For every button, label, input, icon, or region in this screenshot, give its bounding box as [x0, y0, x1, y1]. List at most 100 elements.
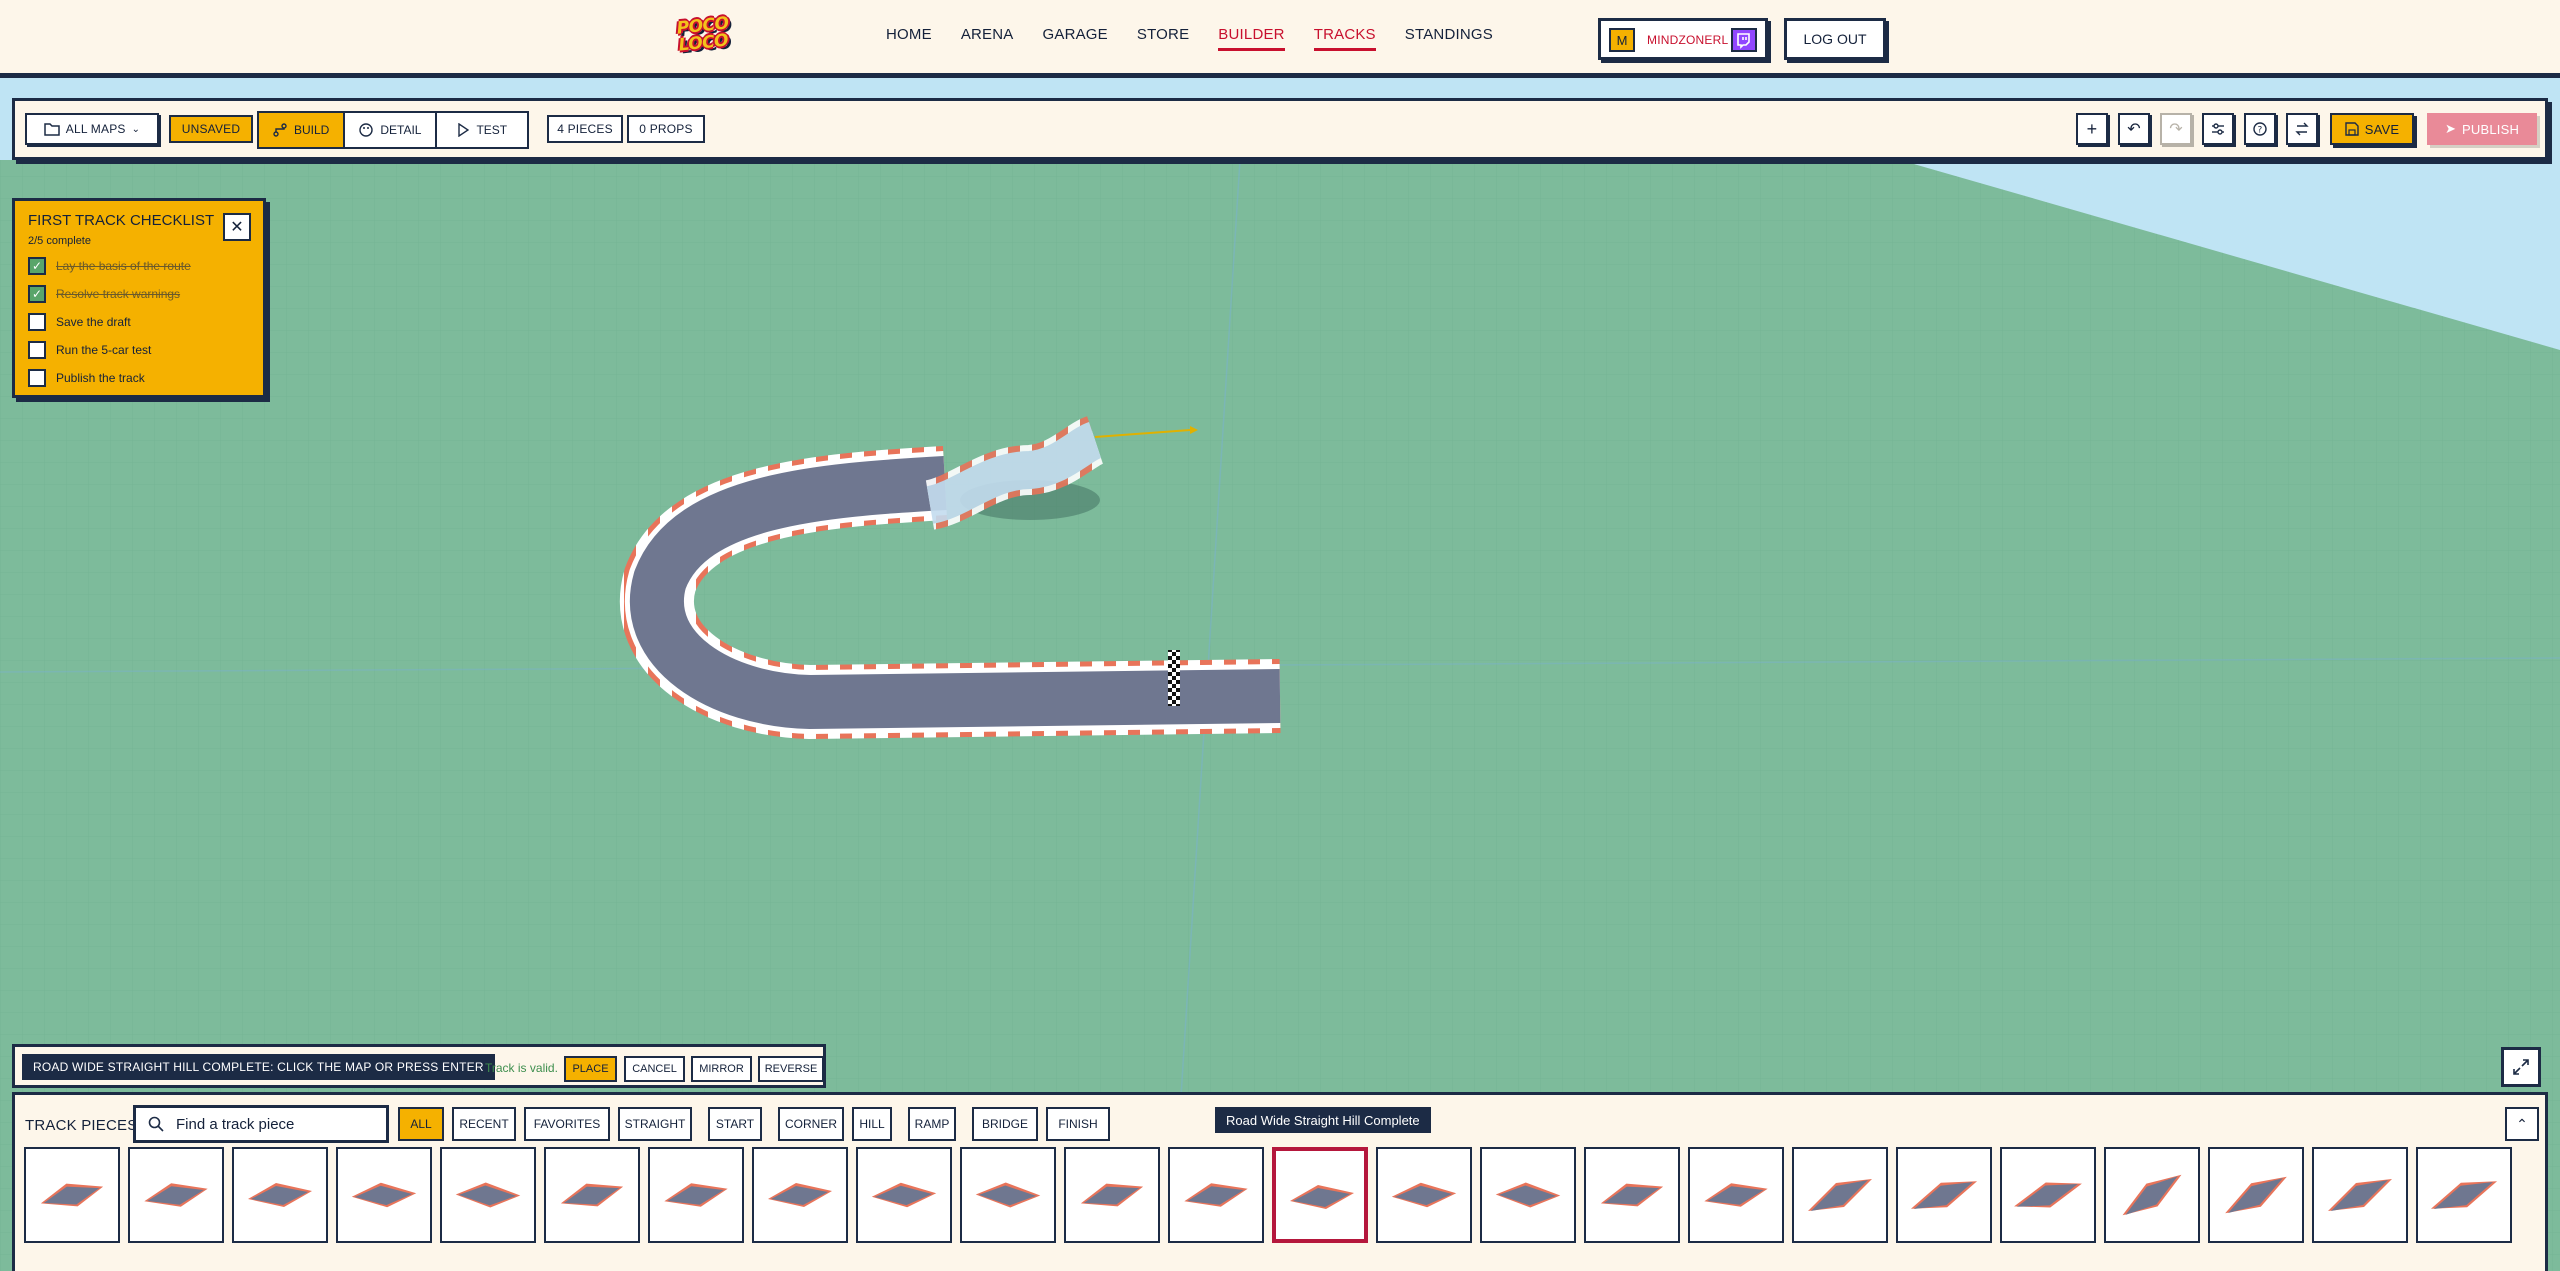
publish-button[interactable]: ➤ PUBLISH — [2427, 113, 2537, 145]
track-piece-thumbnail — [455, 1182, 521, 1208]
track-piece-thumbnail — [1184, 1183, 1248, 1207]
add-piece-button[interactable]: + — [2076, 113, 2108, 145]
track-piece-tile[interactable] — [752, 1147, 848, 1243]
swap-icon — [2295, 122, 2309, 136]
filter-start[interactable]: START — [708, 1107, 762, 1141]
save-button[interactable]: SAVE — [2330, 113, 2414, 145]
filter-corner[interactable]: CORNER — [778, 1107, 844, 1141]
track-piece-tile[interactable] — [2000, 1147, 2096, 1243]
rocket-icon: ➤ — [2444, 121, 2457, 136]
user-badge[interactable]: M MINDZONERL — [1598, 18, 1768, 60]
filter-all[interactable]: ALL — [398, 1107, 444, 1141]
track-piece-thumbnail — [1910, 1181, 1978, 1209]
undo-button[interactable]: ↶ — [2118, 113, 2150, 145]
mode-build-button[interactable]: BUILD — [259, 113, 346, 147]
track-piece-tile[interactable] — [544, 1147, 640, 1243]
close-icon: ✕ — [230, 219, 244, 236]
collapse-tray-button[interactable]: ⌃ — [2505, 1107, 2539, 1141]
track-piece-tile[interactable] — [128, 1147, 224, 1243]
track-piece-tile[interactable] — [648, 1147, 744, 1243]
placement-bar: ROAD WIDE STRAIGHT HILL COMPLETE: CLICK … — [12, 1044, 826, 1088]
track-piece-tile[interactable] — [2416, 1147, 2512, 1243]
track-piece-tile[interactable] — [856, 1147, 952, 1243]
filter-bridge[interactable]: BRIDGE — [972, 1107, 1038, 1141]
track-piece-tile[interactable] — [1480, 1147, 1576, 1243]
checklist-item: ✓ Resolve track warnings — [28, 285, 180, 303]
checklist-item: Run the 5-car test — [28, 341, 151, 359]
reverse-button[interactable]: REVERSE — [758, 1056, 824, 1082]
track-piece-tile[interactable] — [1896, 1147, 1992, 1243]
top-navigation: POCO LOCO HOME ARENA GARAGE STORE BUILDE… — [0, 0, 2560, 78]
track-piece-tile[interactable] — [24, 1147, 120, 1243]
track-piece-tile[interactable] — [1168, 1147, 1264, 1243]
checklist-item: Save the draft — [28, 313, 131, 331]
track-piece-tile[interactable] — [2208, 1147, 2304, 1243]
mirror-button[interactable]: MIRROR — [691, 1056, 752, 1082]
search-input[interactable] — [174, 1114, 378, 1134]
fullscreen-button[interactable] — [2501, 1047, 2541, 1087]
filter-straight[interactable]: STRAIGHT — [618, 1107, 692, 1141]
track-piece-tile[interactable] — [1064, 1147, 1160, 1243]
pieces-count: 4 PIECES — [547, 115, 623, 143]
expand-icon — [2513, 1059, 2529, 1075]
swap-button[interactable] — [2286, 113, 2318, 145]
chevron-up-icon: ⌃ — [2516, 1115, 2528, 1132]
nav-standings[interactable]: STANDINGS — [1405, 26, 1493, 51]
mode-switch: BUILD DETAIL TEST — [257, 111, 530, 149]
track-piece-tile[interactable] — [2312, 1147, 2408, 1243]
track-piece-tile[interactable] — [232, 1147, 328, 1243]
track-piece-thumbnail — [1808, 1179, 1872, 1211]
route-icon — [273, 123, 287, 137]
twitch-icon — [1731, 28, 1757, 52]
track-piece-tile[interactable] — [1272, 1147, 1368, 1243]
checklist-progress: 2/5 complete — [28, 235, 91, 247]
all-maps-dropdown[interactable]: ALL MAPS ⌄ — [25, 113, 159, 145]
filter-ramp[interactable]: RAMP — [908, 1107, 956, 1141]
brand-logo[interactable]: POCO LOCO — [676, 13, 732, 60]
place-button[interactable]: PLACE — [564, 1056, 617, 1082]
settings-button[interactable] — [2202, 113, 2234, 145]
track-piece-tile[interactable] — [440, 1147, 536, 1243]
track-piece-thumbnail — [1704, 1183, 1768, 1207]
redo-icon: ↷ — [2169, 121, 2183, 138]
track-piece-tile[interactable] — [1688, 1147, 1784, 1243]
placement-message: ROAD WIDE STRAIGHT HILL COMPLETE: CLICK … — [22, 1054, 495, 1080]
piece-search[interactable] — [133, 1105, 389, 1143]
filter-recent[interactable]: RECENT — [452, 1107, 516, 1141]
mode-detail-button[interactable]: DETAIL — [345, 113, 438, 147]
nav-home[interactable]: HOME — [886, 26, 932, 51]
folder-icon — [44, 123, 60, 136]
logout-button[interactable]: LOG OUT — [1784, 18, 1886, 60]
track-piece-thumbnail — [1495, 1182, 1561, 1208]
filter-hill[interactable]: HILL — [852, 1107, 892, 1141]
nav-builder[interactable]: BUILDER — [1218, 26, 1285, 51]
save-icon — [2345, 122, 2359, 136]
track-piece-tile[interactable] — [1584, 1147, 1680, 1243]
sliders-icon — [2212, 123, 2224, 135]
track-piece-thumbnail — [248, 1183, 312, 1207]
nav-tracks[interactable]: TRACKS — [1313, 26, 1376, 51]
unsaved-badge: UNSAVED — [169, 115, 253, 143]
nav-arena[interactable]: ARENA — [961, 26, 1014, 51]
cancel-button[interactable]: CANCEL — [624, 1056, 685, 1082]
help-button[interactable]: ? — [2244, 113, 2276, 145]
nav-garage[interactable]: GARAGE — [1043, 26, 1108, 51]
filter-favorites[interactable]: FAVORITES — [524, 1107, 610, 1141]
track-piece-tile[interactable] — [960, 1147, 1056, 1243]
track-piece-tile[interactable] — [336, 1147, 432, 1243]
track-piece-thumbnail — [871, 1182, 937, 1208]
search-icon — [148, 1116, 164, 1132]
mode-test-button[interactable]: TEST — [437, 113, 528, 147]
track-piece-thumbnail — [560, 1183, 624, 1207]
nav-store[interactable]: STORE — [1137, 26, 1189, 51]
builder-toolbar: ALL MAPS ⌄ UNSAVED BUILD DETAIL TEST 4 P… — [12, 98, 2548, 160]
track-piece-thumbnail — [1600, 1183, 1664, 1207]
filter-finish[interactable]: FINISH — [1046, 1107, 1110, 1141]
checklist-item: ✓ Lay the basis of the route — [28, 257, 191, 275]
redo-button[interactable]: ↷ — [2160, 113, 2192, 145]
track-piece-tile[interactable] — [1376, 1147, 1472, 1243]
close-checklist-button[interactable]: ✕ — [223, 213, 251, 241]
track-piece-tile[interactable] — [1792, 1147, 1888, 1243]
track-piece-tile[interactable] — [2104, 1147, 2200, 1243]
checkbox — [28, 313, 46, 331]
